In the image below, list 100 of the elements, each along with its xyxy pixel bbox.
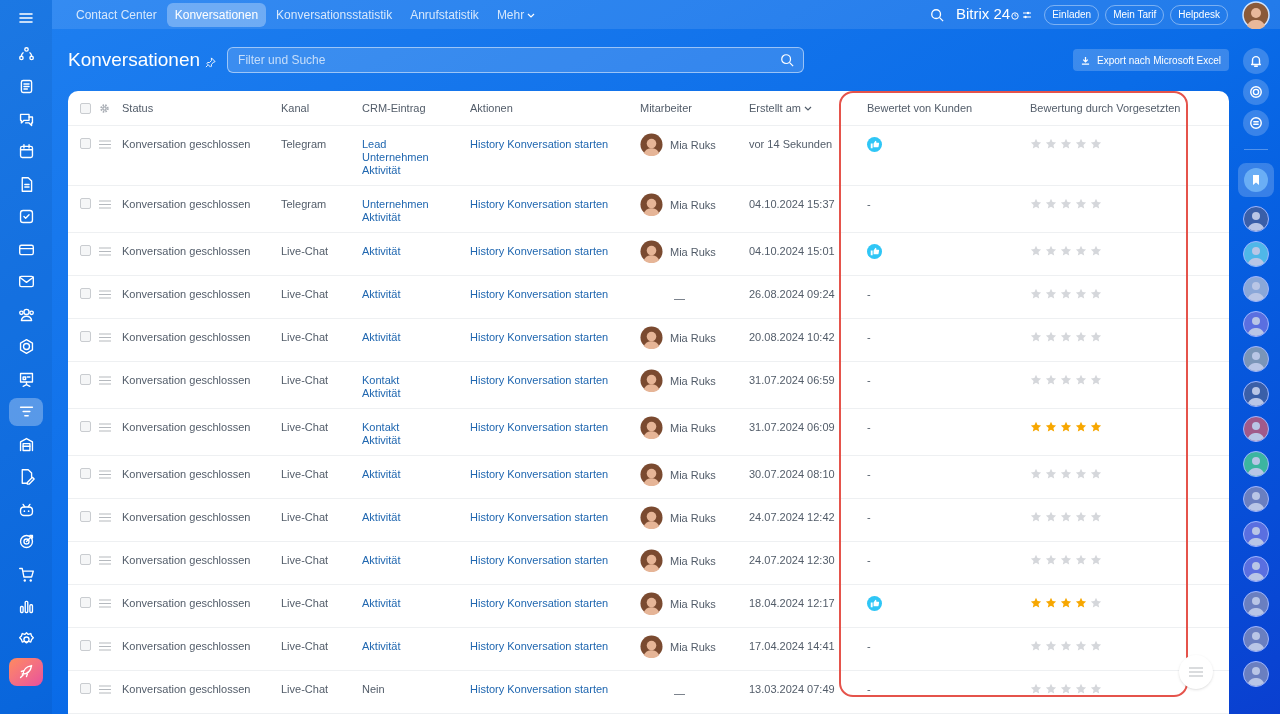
checkbox[interactable]: [80, 374, 91, 385]
star-icon[interactable]: [1090, 288, 1102, 300]
star-icon[interactable]: [1060, 554, 1072, 566]
drag-handle-icon[interactable]: [99, 556, 111, 565]
checkbox[interactable]: [80, 198, 91, 209]
star-icon[interactable]: [1060, 640, 1072, 652]
star-icon[interactable]: [1090, 198, 1102, 210]
avatar[interactable]: [1243, 276, 1269, 302]
star-icon[interactable]: [1090, 331, 1102, 343]
column-header[interactable]: CRM-Eintrag: [362, 99, 426, 117]
star-icon[interactable]: [1030, 198, 1042, 210]
drag-handle-icon[interactable]: [99, 513, 111, 522]
action-link[interactable]: History Konversation starten: [470, 683, 609, 696]
crm-link[interactable]: Aktivität: [362, 211, 401, 224]
star-icon[interactable]: [1045, 331, 1057, 343]
star-icon[interactable]: [1045, 374, 1057, 386]
drag-handle-icon[interactable]: [99, 200, 111, 209]
star-rating[interactable]: [1030, 597, 1102, 609]
star-icon[interactable]: [1060, 138, 1072, 150]
checkbox[interactable]: [80, 597, 91, 608]
star-icon[interactable]: [1090, 554, 1102, 566]
star-icon[interactable]: [1045, 288, 1057, 300]
drag-handle-icon[interactable]: [99, 685, 111, 694]
star-icon[interactable]: [1060, 198, 1072, 210]
action-link[interactable]: History Konversation starten: [470, 288, 609, 301]
star-icon[interactable]: [1030, 288, 1042, 300]
drag-handle-icon[interactable]: [99, 423, 111, 432]
star-icon[interactable]: [1045, 597, 1057, 609]
avatar[interactable]: [1243, 486, 1269, 512]
export-button[interactable]: Export nach Microsoft Excel: [1073, 49, 1229, 71]
avatar[interactable]: [1243, 521, 1269, 547]
star-rating[interactable]: [1030, 198, 1102, 210]
checkbox[interactable]: [80, 511, 91, 522]
column-header[interactable]: Mitarbeiter: [640, 99, 692, 117]
action-link[interactable]: History Konversation starten: [470, 421, 609, 434]
checkbox[interactable]: [80, 640, 91, 651]
star-icon[interactable]: [1075, 288, 1087, 300]
sliders-icon[interactable]: [1022, 9, 1033, 20]
action-link[interactable]: History Konversation starten: [470, 640, 609, 653]
star-icon[interactable]: [1075, 468, 1087, 480]
column-header[interactable]: Aktionen: [470, 99, 513, 117]
avatar[interactable]: [1242, 0, 1270, 29]
column-header[interactable]: Kanal: [281, 99, 310, 117]
crm-link[interactable]: Kontakt: [362, 374, 400, 387]
bookmark-button[interactable]: [1238, 163, 1274, 197]
checkbox[interactable]: [80, 102, 91, 114]
drag-handle-icon[interactable]: [99, 333, 111, 342]
crm-link[interactable]: Aktivität: [362, 640, 401, 653]
checkbox[interactable]: [80, 421, 91, 432]
action-link[interactable]: History Konversation starten: [470, 374, 609, 387]
search-icon[interactable]: [780, 53, 795, 67]
star-icon[interactable]: [1045, 683, 1057, 695]
drag-handle-icon[interactable]: [99, 290, 111, 299]
search-field[interactable]: Filter und Suche: [227, 47, 805, 73]
star-icon[interactable]: [1030, 511, 1042, 523]
crm-link[interactable]: Aktivität: [362, 554, 401, 567]
action-link[interactable]: History Konversation starten: [470, 331, 609, 344]
star-icon[interactable]: [1090, 374, 1102, 386]
star-icon[interactable]: [1030, 331, 1042, 343]
avatar[interactable]: [1243, 346, 1269, 372]
column-header[interactable]: Erstellt am: [749, 99, 801, 117]
checkbox[interactable]: [80, 554, 91, 565]
sort-caret-icon[interactable]: [803, 104, 812, 112]
column-header[interactable]: Bewertet von Kunden: [867, 99, 973, 117]
crm-link[interactable]: Aktivität: [362, 511, 401, 524]
drag-handle-icon[interactable]: [99, 470, 111, 479]
star-icon[interactable]: [1075, 511, 1087, 523]
star-icon[interactable]: [1090, 138, 1102, 150]
star-icon[interactable]: [1075, 597, 1087, 609]
search-icon[interactable]: [930, 7, 944, 22]
avatar[interactable]: [1243, 591, 1269, 617]
star-icon[interactable]: [1075, 331, 1087, 343]
avatar[interactable]: [1243, 451, 1269, 477]
bell-icon[interactable]: [1249, 54, 1263, 68]
star-icon[interactable]: [1075, 245, 1087, 257]
star-icon[interactable]: [1075, 421, 1087, 433]
action-link[interactable]: History Konversation starten: [470, 554, 609, 567]
star-icon[interactable]: [1030, 374, 1042, 386]
action-link[interactable]: History Konversation starten: [470, 468, 609, 481]
star-icon[interactable]: [1090, 511, 1102, 523]
checkbox[interactable]: [80, 245, 91, 256]
star-rating[interactable]: [1030, 138, 1102, 150]
star-rating[interactable]: [1030, 468, 1102, 480]
avatar[interactable]: [1243, 661, 1269, 687]
star-rating[interactable]: [1030, 640, 1102, 652]
star-icon[interactable]: [1090, 421, 1102, 433]
star-rating[interactable]: [1030, 331, 1102, 343]
avatar[interactable]: [1243, 311, 1269, 337]
star-icon[interactable]: [1060, 288, 1072, 300]
star-rating[interactable]: [1030, 245, 1102, 257]
star-icon[interactable]: [1060, 468, 1072, 480]
star-icon[interactable]: [1030, 421, 1042, 433]
star-icon[interactable]: [1075, 554, 1087, 566]
star-icon[interactable]: [1075, 683, 1087, 695]
star-rating[interactable]: [1030, 421, 1102, 433]
star-icon[interactable]: [1030, 245, 1042, 257]
star-icon[interactable]: [1060, 511, 1072, 523]
star-icon[interactable]: [1090, 245, 1102, 257]
star-icon[interactable]: [1060, 421, 1072, 433]
star-icon[interactable]: [1045, 554, 1057, 566]
